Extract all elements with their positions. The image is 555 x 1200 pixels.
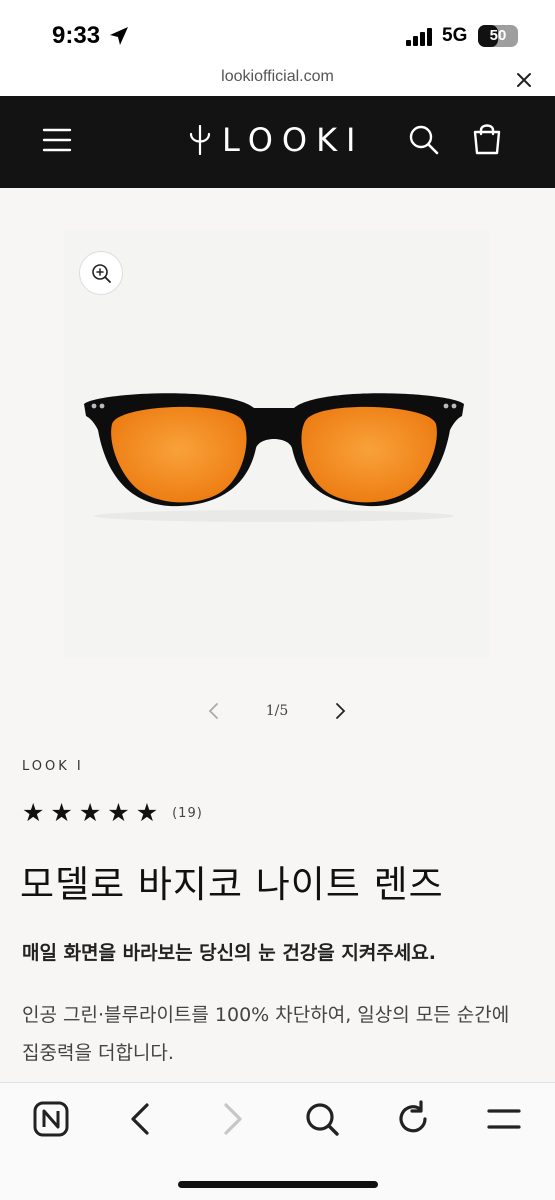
menu-icon[interactable] — [484, 1099, 524, 1139]
rating[interactable]: ★ ★ ★ ★ ★ (19) — [22, 798, 203, 828]
trident-logo-icon — [189, 124, 211, 156]
gallery-pager: 1/5 — [265, 703, 289, 719]
home-indicator[interactable] — [178, 1181, 378, 1188]
chevron-right-icon[interactable] — [330, 700, 350, 722]
star-icon: ★ — [78, 798, 102, 827]
star-icon: ★ — [22, 798, 45, 827]
star-icon: ★ — [107, 798, 130, 827]
battery-level: 50 — [489, 27, 507, 44]
product-tagline: 매일 화면을 바라보는 당신의 눈 건강을 지켜주세요. — [22, 942, 436, 964]
back-icon[interactable] — [121, 1099, 161, 1139]
review-count[interactable]: (19) — [172, 806, 203, 821]
zoom-button[interactable] — [79, 251, 123, 295]
browser-toolbar — [0, 1082, 555, 1200]
star-icon: ★ — [135, 798, 159, 827]
brand-name: LOOKI — [222, 121, 365, 159]
site-header: LOOKI — [0, 96, 555, 188]
close-icon[interactable] — [514, 70, 534, 90]
reload-icon[interactable] — [393, 1099, 433, 1139]
sunglasses-image — [84, 393, 464, 522]
product-info: LOOK I ★ ★ ★ ★ ★ (19) 모델로 바지코 나이트 렌즈 매일 … — [0, 748, 555, 1082]
cellular-signal-icon — [406, 28, 432, 46]
status-bar: 9:33 5G 50 — [0, 0, 555, 62]
location-arrow-icon — [110, 27, 128, 45]
forward-icon[interactable] — [212, 1099, 252, 1139]
vendor-name: LOOK I — [22, 759, 84, 774]
address-bar[interactable]: lookiofficial.com — [0, 62, 555, 96]
search-icon[interactable] — [302, 1099, 342, 1139]
product-title: 모델로 바지코 나이트 렌즈 — [20, 863, 444, 906]
network-type: 5G — [442, 25, 468, 46]
chevron-left-icon[interactable] — [204, 700, 224, 722]
star-icon: ★ — [50, 798, 73, 827]
url-text[interactable]: lookiofficial.com — [0, 68, 555, 86]
search-icon[interactable] — [408, 124, 440, 156]
product-gallery: 1/5 — [0, 188, 555, 748]
zoom-in-icon — [92, 264, 111, 283]
brand-logo[interactable]: LOOKI — [188, 118, 364, 162]
product-description: 인공 그린·블루라이트를 100% 차단하여, 일상의 모든 순간에 집중력을 … — [22, 1004, 510, 1064]
cart-icon[interactable] — [470, 122, 504, 156]
hamburger-menu-icon[interactable] — [42, 126, 72, 154]
naver-home-icon[interactable] — [31, 1099, 71, 1139]
status-time: 9:33 — [52, 22, 101, 49]
battery-indicator: 50 — [478, 25, 518, 47]
